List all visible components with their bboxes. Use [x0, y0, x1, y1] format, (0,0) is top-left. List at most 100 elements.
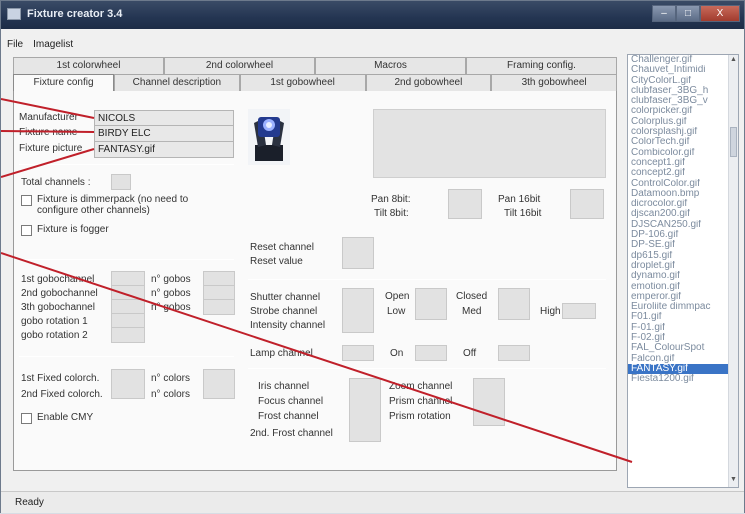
n-gobos-3-label: n° gobos [151, 302, 191, 313]
dimmerpack-checkbox[interactable] [21, 195, 32, 206]
open-low-input[interactable] [415, 288, 447, 320]
high-label: High [540, 306, 561, 317]
list-item[interactable]: clubfaser_3BG_v [628, 96, 738, 106]
lamp-off-input[interactable] [498, 345, 530, 361]
app-window: Fixture creator 3.4 – □ X File Imagelist… [0, 0, 745, 513]
list-item[interactable]: dynamo.gif [628, 271, 738, 281]
close-button[interactable]: X [700, 5, 740, 22]
reset-input[interactable] [342, 237, 374, 269]
tab-fixture-config[interactable]: Fixture config [13, 74, 114, 91]
n-gobos-3-input[interactable] [203, 299, 235, 315]
divider [19, 259, 234, 260]
list-scrollbar[interactable]: ▲ ▼ [728, 55, 738, 487]
menu-bar: File Imagelist [1, 39, 626, 53]
list-item-selected[interactable]: FANTASY.gif [628, 363, 738, 375]
fixture-picture-field[interactable]: FANTASY.gif [94, 141, 234, 158]
list-item[interactable]: colorsplashj.gif [628, 127, 738, 137]
dimmerpack-label-2: configure other channels) [37, 205, 150, 216]
list-item[interactable]: clubfaser_3BG_h [628, 86, 738, 96]
list-item[interactable]: ControlColor.gif [628, 179, 738, 189]
list-item[interactable]: DP-106.gif [628, 230, 738, 240]
pan-tilt-8bit-input[interactable] [448, 189, 482, 219]
tab-channel-description[interactable]: Channel description [114, 74, 240, 91]
total-channels-input[interactable] [111, 174, 131, 190]
intensity-channel-label: Intensity channel [250, 320, 326, 331]
scroll-up-icon[interactable]: ▲ [729, 56, 738, 66]
list-item[interactable]: dicrocolor.gif [628, 199, 738, 209]
list-item[interactable]: DJSCAN250.gif [628, 220, 738, 230]
fixture-name-field[interactable]: BIRDY ELC [94, 125, 234, 142]
n-gobos-1-label: n° gobos [151, 274, 191, 285]
list-item[interactable]: Combicolor.gif [628, 148, 738, 158]
high-input[interactable] [562, 303, 596, 319]
pan-tilt-16bit-input[interactable] [570, 189, 604, 219]
list-item[interactable]: colorpicker.gif [628, 106, 738, 116]
shutter-input[interactable] [342, 288, 374, 333]
optics-input[interactable] [349, 378, 381, 442]
list-item[interactable]: emotion.gif [628, 282, 738, 292]
list-item[interactable]: CityColorL.gif [628, 76, 738, 86]
strobe-channel-label: Strobe channel [250, 306, 318, 317]
fixed-colorch-input[interactable] [111, 369, 145, 399]
tab-macros[interactable]: Macros [315, 57, 466, 74]
gobochannel-1-label: 1st gobochannel [21, 274, 95, 285]
divider [248, 368, 606, 369]
list-item[interactable]: Chauvet_Intimidi [628, 65, 738, 75]
tab-3th-gobowheel[interactable]: 3th gobowheel [491, 74, 617, 91]
gobo-rotation-2-input[interactable] [111, 327, 145, 343]
n-gobos-2-label: n° gobos [151, 288, 191, 299]
fixture-preview-area [373, 109, 606, 178]
list-item[interactable]: Datamoon.bmp [628, 189, 738, 199]
divider [19, 356, 234, 357]
list-item[interactable]: Euroliite dimmpac [628, 302, 738, 312]
scroll-down-icon[interactable]: ▼ [729, 476, 738, 486]
list-item[interactable]: FAL_ColourSpot [628, 343, 738, 353]
manufacturer-label: Manufacturer [19, 112, 78, 123]
menu-imagelist[interactable]: Imagelist [33, 39, 73, 53]
shutter-channel-label: Shutter channel [250, 292, 321, 303]
list-item[interactable]: Fiesta1200.gif [628, 374, 738, 384]
enable-cmy-label: Enable CMY [37, 412, 94, 423]
list-item[interactable]: F-01.gif [628, 323, 738, 333]
list-item[interactable]: ColorTech.gif [628, 137, 738, 147]
list-item[interactable]: Falcon.gif [628, 354, 738, 364]
list-item[interactable]: dp615.gif [628, 251, 738, 261]
tab-1st-gobowheel[interactable]: 1st gobowheel [239, 74, 366, 91]
fogger-checkbox[interactable] [21, 225, 32, 236]
image-file-list[interactable]: Challenger.gif Chauvet_Intimidi CityColorL… [627, 54, 739, 488]
list-item[interactable]: concept1.gif [628, 158, 738, 168]
list-item[interactable]: djscan200.gif [628, 209, 738, 219]
fogger-label: Fixture is fogger [37, 224, 109, 235]
n-colors-input[interactable] [203, 369, 235, 399]
prism-channel-label: Prism channel [389, 396, 453, 407]
list-item[interactable]: Colorplus.gif [628, 117, 738, 127]
focus-channel-label: Focus channel [258, 396, 324, 407]
list-item[interactable]: F01.gif [628, 312, 738, 322]
maximize-button[interactable]: □ [676, 5, 700, 22]
tab-framing-config[interactable]: Framing config. [466, 57, 617, 74]
tab-1st-colorwheel[interactable]: 1st colorwheel [13, 57, 164, 74]
fixture-image [248, 109, 290, 165]
list-item[interactable]: emperor.gif [628, 292, 738, 302]
lamp-on-input[interactable] [415, 345, 447, 361]
tab-2nd-colorwheel[interactable]: 2nd colorwheel [164, 57, 315, 74]
tab-row-bottom: Fixture config Channel description 1st g… [13, 74, 617, 91]
list-item[interactable]: DP-SE.gif [628, 240, 738, 250]
lamp-channel-input[interactable] [342, 345, 374, 361]
list-item[interactable]: F-02.gif [628, 333, 738, 343]
gobo-rotation-1-label: gobo rotation 1 [21, 316, 88, 327]
minimize-button[interactable]: – [652, 5, 676, 22]
lamp-on-label: On [390, 348, 404, 359]
scroll-thumb[interactable] [730, 127, 737, 157]
list-item[interactable]: concept2.gif [628, 168, 738, 178]
menu-file[interactable]: File [7, 39, 23, 53]
enable-cmy-checkbox[interactable] [21, 413, 32, 424]
zoom-prism-input[interactable] [473, 378, 505, 426]
closed-med-input[interactable] [498, 288, 530, 320]
iris-channel-label: Iris channel [258, 381, 310, 392]
list-item[interactable]: Challenger.gif [628, 55, 738, 65]
title-bar[interactable]: Fixture creator 3.4 – □ X [1, 1, 744, 29]
tab-2nd-gobowheel[interactable]: 2nd gobowheel [365, 74, 492, 91]
list-item[interactable]: droplet.gif [628, 261, 738, 271]
lamp-channel-label: Lamp channel [250, 348, 313, 359]
